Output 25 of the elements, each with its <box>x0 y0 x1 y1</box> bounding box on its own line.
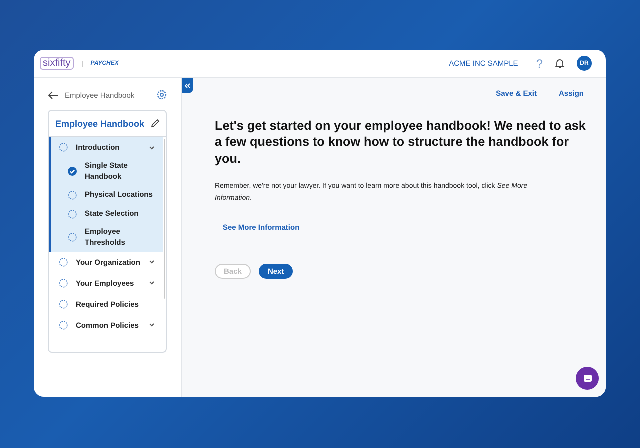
bell-icon[interactable] <box>555 58 565 69</box>
chevron-down-icon[interactable] <box>149 146 155 150</box>
settings-icon[interactable] <box>157 90 167 100</box>
dashed-circle-icon <box>59 300 68 308</box>
dashed-circle-icon <box>68 190 77 200</box>
dashed-circle-icon <box>68 233 77 242</box>
handbook-title: Employee Handbook <box>55 118 144 128</box>
chevron-down-icon[interactable] <box>149 260 155 264</box>
collapse-sidebar-button[interactable] <box>182 78 193 93</box>
check-circle-icon <box>68 167 77 176</box>
logo: sixfifty <box>40 57 74 70</box>
scrollbar-thumb[interactable] <box>164 139 165 299</box>
back-arrow-icon[interactable] <box>48 90 59 100</box>
dashed-circle-icon <box>59 258 68 266</box>
chevron-down-icon[interactable] <box>149 323 155 327</box>
double-chevron-left-icon <box>184 82 191 88</box>
dashed-circle-icon <box>59 320 68 330</box>
dashed-circle-icon <box>68 210 77 219</box>
dashed-circle-icon <box>59 278 68 288</box>
pencil-icon[interactable] <box>150 119 160 128</box>
page-heading: Let's get started on your employee handbook! We need to ask a few questions to know how to structure the handbook for you. <box>215 118 586 168</box>
chat-button[interactable] <box>576 367 599 390</box>
chat-icon <box>582 374 592 384</box>
chevron-down-icon[interactable] <box>149 281 155 285</box>
dashed-circle-icon <box>59 143 68 152</box>
